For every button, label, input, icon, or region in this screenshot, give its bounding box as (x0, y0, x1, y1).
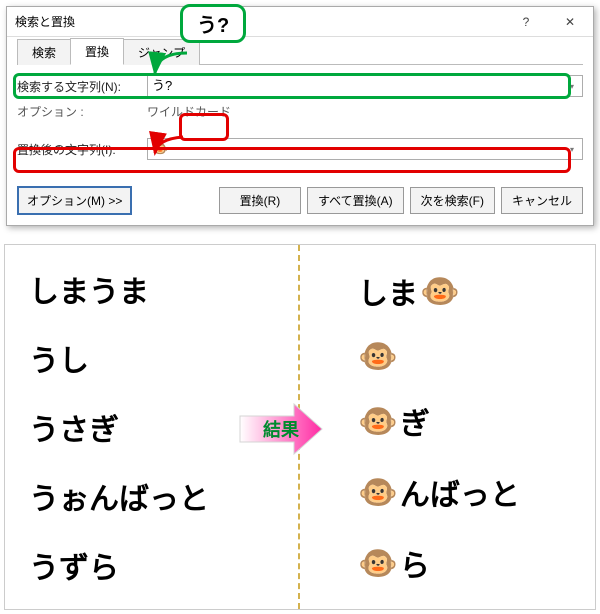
tab-search[interactable]: 検索 (17, 39, 71, 65)
replace-row: 置換後の文字列(I): 🐵 ▾ (17, 138, 583, 160)
button-row: オプション(M) >> 置換(R) すべて置換(A) 次を検索(F) キャンセル (17, 186, 583, 215)
before-item: しまうま (29, 267, 298, 311)
help-button[interactable]: ? (505, 7, 547, 37)
after-item: 🐵 (358, 340, 595, 372)
dialog-body: 検索 置換 ジャンプ 検索する文字列(N): う? ▾ オプション : ワイルド… (7, 37, 593, 168)
dialog-title: 検索と置換 (15, 13, 505, 30)
before-item: うぉんばっと (29, 474, 298, 518)
find-label: 検索する文字列(N): (17, 78, 147, 95)
options-label: オプション : (17, 103, 147, 120)
chevron-down-icon[interactable]: ▾ (564, 78, 580, 94)
after-item: 🐵ら (358, 541, 595, 585)
replace-value: 🐵 (152, 141, 168, 156)
result-label: 結果 (246, 408, 316, 450)
monkey-icon: 🐵 (358, 405, 398, 437)
monkey-icon: 🐵 (358, 340, 398, 372)
replace-all-button[interactable]: すべて置換(A) (307, 187, 404, 214)
close-button[interactable]: ✕ (547, 7, 593, 37)
titlebar: 検索と置換 ? ✕ (7, 7, 593, 37)
options-value: ワイルドカード (147, 103, 231, 120)
find-input[interactable]: う? ▾ (147, 75, 583, 97)
find-replace-dialog: 検索と置換 ? ✕ 検索 置換 ジャンプ 検索する文字列(N): う? ▾ オプ… (6, 6, 594, 226)
replace-label: 置換後の文字列(I): (17, 141, 147, 158)
after-item: 🐵んばっと (358, 470, 595, 514)
after-column: しま🐵 🐵 🐵ぎ 🐵んばっと 🐵ら (300, 245, 595, 609)
replace-input[interactable]: 🐵 ▾ (147, 138, 583, 160)
chevron-down-icon[interactable]: ▾ (564, 141, 580, 157)
monkey-icon: 🐵 (358, 547, 398, 579)
close-icon: ✕ (565, 15, 575, 29)
cancel-button[interactable]: キャンセル (501, 187, 583, 214)
monkey-icon: 🐵 (358, 476, 398, 508)
replace-button[interactable]: 置換(R) (219, 187, 301, 214)
find-row: 検索する文字列(N): う? ▾ (17, 75, 583, 97)
options-button[interactable]: オプション(M) >> (17, 186, 132, 215)
tab-replace[interactable]: 置換 (70, 38, 124, 65)
monkey-icon: 🐵 (420, 275, 460, 307)
before-item: うし (29, 336, 298, 380)
help-icon: ? (523, 15, 530, 29)
after-item: しま🐵 (358, 269, 595, 313)
find-value: う? (152, 78, 172, 93)
callout-pattern: う? (180, 4, 246, 43)
tab-bar: 検索 置換 ジャンプ (17, 39, 583, 65)
after-item: 🐵ぎ (358, 399, 595, 443)
find-next-button[interactable]: 次を検索(F) (410, 187, 495, 214)
before-item: うずら (29, 543, 298, 587)
options-row: オプション : ワイルドカード (17, 103, 583, 120)
